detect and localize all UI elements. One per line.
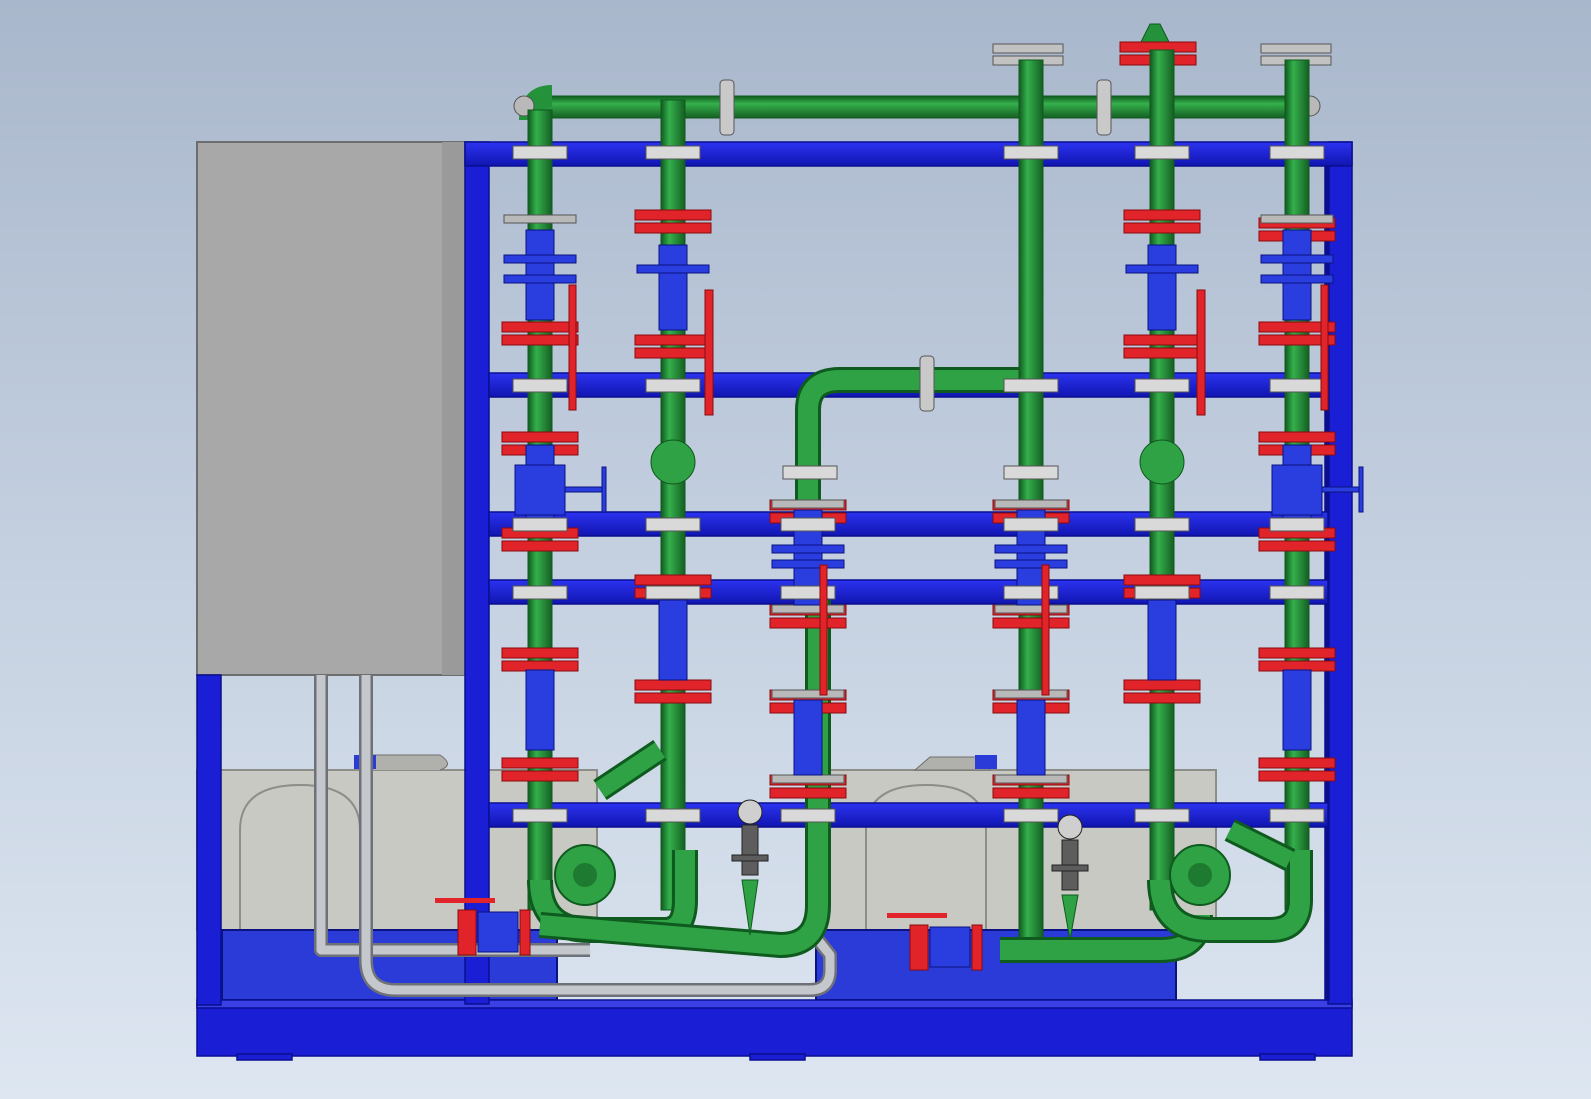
valve-body xyxy=(1147,599,1177,681)
red-flange xyxy=(501,540,579,552)
pipe-clamp xyxy=(1003,808,1059,823)
pipe-clamp xyxy=(645,808,701,823)
red-flange xyxy=(634,209,712,221)
red-flange xyxy=(501,770,579,782)
gray-flange xyxy=(771,604,845,614)
red-flange xyxy=(1123,347,1201,359)
blue-valves xyxy=(503,229,1364,776)
pipe-clamp xyxy=(780,808,836,823)
red-flange xyxy=(1258,757,1336,769)
valve-disc xyxy=(636,264,710,274)
valve-body xyxy=(1147,244,1177,331)
pipe-clamp xyxy=(1134,517,1190,532)
red-flange xyxy=(634,347,712,359)
red-flange xyxy=(1258,540,1336,552)
valve-disc xyxy=(503,274,577,284)
piping-skid-3d-render xyxy=(196,23,1364,1061)
pipe-clamp xyxy=(1134,145,1190,160)
red-flange xyxy=(1123,222,1201,234)
pipe-clamp xyxy=(645,585,701,600)
gray-flange xyxy=(994,774,1068,784)
red-flange xyxy=(501,321,579,333)
pipe-clamp xyxy=(1003,517,1059,532)
pipe-clamp xyxy=(782,465,838,480)
pipe-clamp xyxy=(645,517,701,532)
red-flange xyxy=(1123,679,1201,691)
gray-flange xyxy=(994,499,1068,509)
gray-flange xyxy=(771,499,845,509)
gate-valve-stem xyxy=(564,486,606,493)
red-flange xyxy=(992,617,1070,629)
valve-body xyxy=(1016,699,1046,776)
pipe-clamp xyxy=(645,145,701,160)
pipe-clamp xyxy=(1003,145,1059,160)
red-flange xyxy=(634,222,712,234)
gray-flange xyxy=(771,689,845,699)
gate-valve-stem xyxy=(1321,486,1363,493)
gray-flange xyxy=(771,774,845,784)
pipe-clamp xyxy=(512,378,568,393)
gate-valve-box xyxy=(514,464,566,516)
red-flange xyxy=(634,692,712,704)
red-flange xyxy=(634,334,712,346)
red-flange xyxy=(1123,692,1201,704)
red-flange xyxy=(501,757,579,769)
gate-valve-wheel xyxy=(601,466,607,513)
red-flange xyxy=(769,617,847,629)
pipe-clamp xyxy=(1003,378,1059,393)
red-flange xyxy=(1258,770,1336,782)
control-cabinet-icon xyxy=(196,141,466,676)
valve-disc xyxy=(503,254,577,264)
pipe-clamp xyxy=(645,378,701,393)
red-flange xyxy=(501,431,579,443)
valve-disc xyxy=(1125,264,1199,274)
red-flange xyxy=(1258,647,1336,659)
red-flange xyxy=(634,574,712,586)
valve-body xyxy=(658,244,688,331)
gray-flange xyxy=(994,689,1068,699)
pipe-clamp xyxy=(1134,378,1190,393)
top-header-pipe xyxy=(513,79,1321,136)
pipe-clamp xyxy=(1269,517,1325,532)
pipe-clamp xyxy=(512,808,568,823)
gray-flange xyxy=(994,604,1068,614)
red-flange xyxy=(1123,334,1201,346)
red-flange xyxy=(992,787,1070,799)
pipe-clamp xyxy=(1269,378,1325,393)
pipe-clamp xyxy=(780,517,836,532)
valve-disc xyxy=(994,544,1068,554)
valve-disc xyxy=(1260,274,1334,284)
pipe-clamps xyxy=(512,145,1325,823)
red-flange xyxy=(634,679,712,691)
gray-flange xyxy=(503,214,577,224)
red-flange xyxy=(1123,574,1201,586)
valve-body xyxy=(658,599,688,681)
pipe-clamp xyxy=(1269,585,1325,600)
red-flanges xyxy=(501,209,1336,799)
valve-body xyxy=(1282,669,1312,751)
pipe-clamp xyxy=(1269,808,1325,823)
gate-valve-box xyxy=(1271,464,1323,516)
pipe-clamp xyxy=(1003,465,1059,480)
pipe-clamp xyxy=(1134,585,1190,600)
valve-disc xyxy=(771,544,845,554)
pipe-clamp xyxy=(1269,145,1325,160)
valve-body xyxy=(525,669,555,751)
gate-valve-wheel xyxy=(1358,466,1364,513)
pipe-clamp xyxy=(512,517,568,532)
valve-disc xyxy=(771,559,845,569)
pipe-clamp xyxy=(512,585,568,600)
valve-body xyxy=(793,699,823,776)
pipe-clamp xyxy=(1003,585,1059,600)
red-flange xyxy=(1123,209,1201,221)
red-flange xyxy=(501,647,579,659)
red-flange xyxy=(1258,431,1336,443)
pipe-clamp xyxy=(512,145,568,160)
red-flange xyxy=(769,787,847,799)
valve-disc xyxy=(1260,254,1334,264)
gray-flange xyxy=(1260,214,1334,224)
pipe-clamp xyxy=(1134,808,1190,823)
red-flange xyxy=(501,334,579,346)
valve-disc xyxy=(994,559,1068,569)
